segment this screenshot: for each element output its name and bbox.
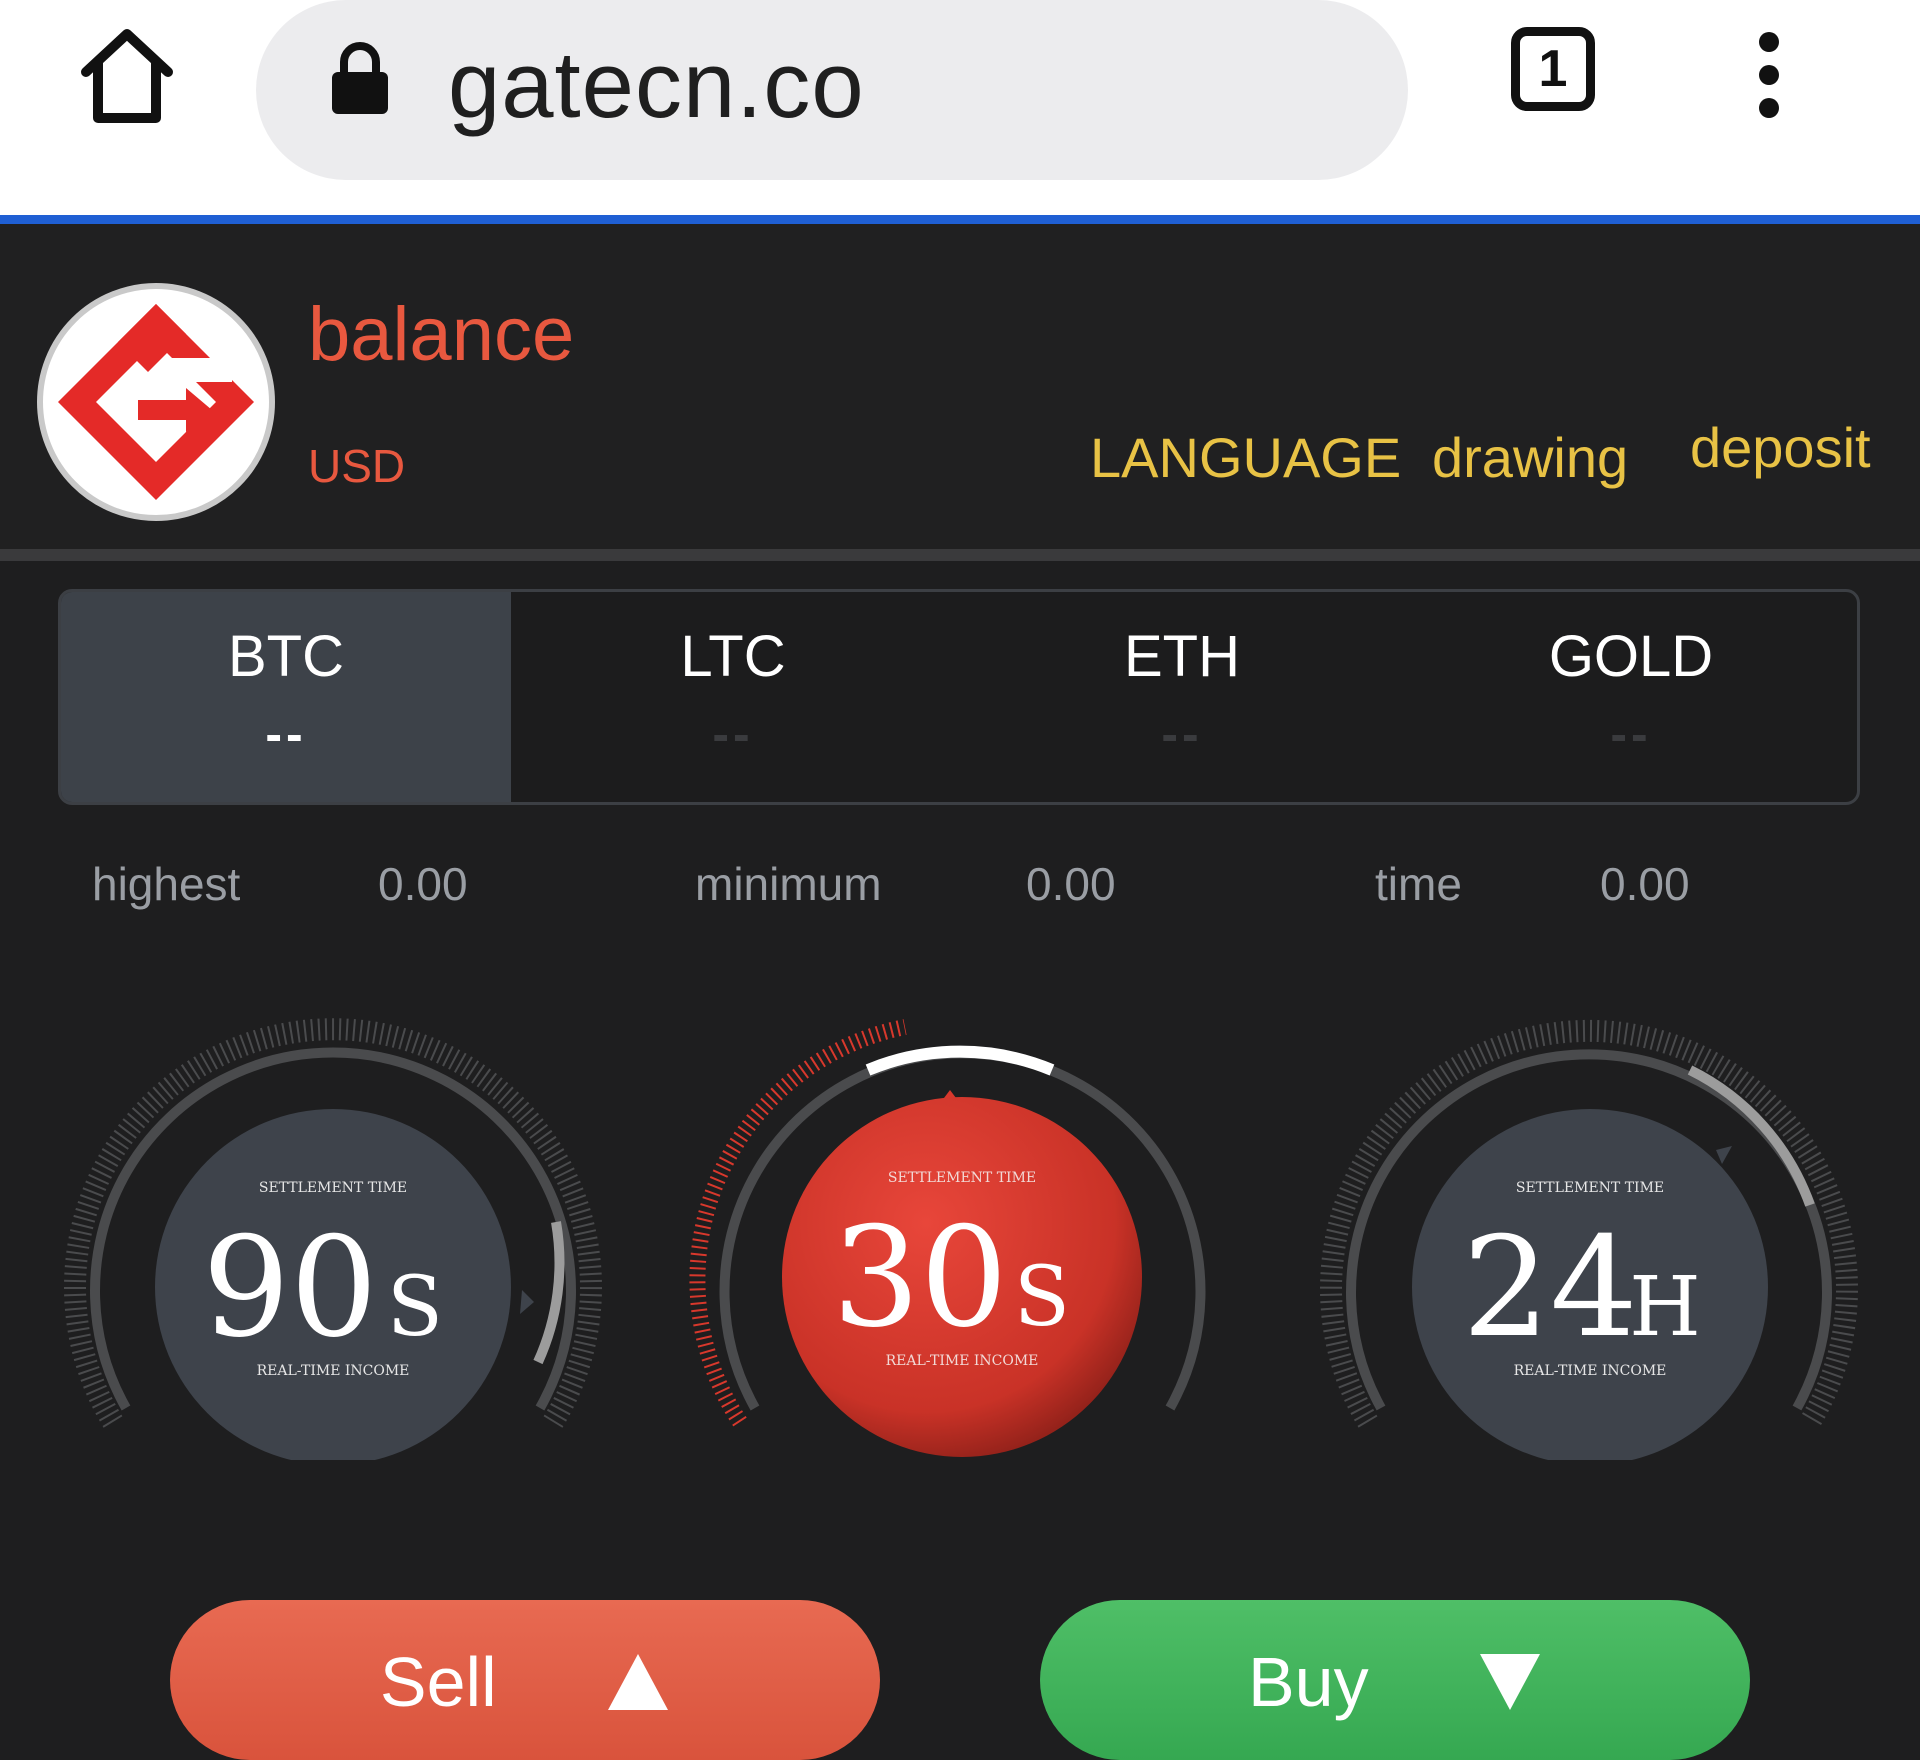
dial-90s[interactable]: SETTLEMENT TIME 90 S REAL-TIME INCOME [64, 1018, 602, 1460]
tab-switcher-icon[interactable]: 1 [1511, 27, 1595, 111]
minimum-value: 0.00 [1026, 858, 1116, 910]
dial-bottom-label: REAL-TIME INCOME [257, 1363, 410, 1379]
deposit-link[interactable]: deposit [1690, 414, 1871, 482]
tab-label: ETH [1124, 624, 1240, 689]
settlement-dials: SETTLEMENT TIME 90 S REAL-TIME INCOME SE… [0, 1000, 1920, 1460]
dial-top-label: SETTLEMENT TIME [259, 1180, 407, 1196]
lock-icon [332, 42, 388, 114]
tab-btc[interactable]: BTC -- [61, 592, 511, 802]
dial-value: 30 [832, 1197, 1008, 1358]
currency-label: USD [308, 440, 406, 492]
browser-toolbar: gatecn.co 1 [0, 0, 1920, 215]
dial-unit: S [1014, 1250, 1070, 1345]
dial-value: 90 [202, 1207, 378, 1368]
asset-tabs: BTC -- LTC -- ETH -- GOLD -- [58, 589, 1860, 805]
dials-svg: SETTLEMENT TIME 90 S REAL-TIME INCOME SE… [64, 1018, 1858, 1460]
dial-unit: S [387, 1260, 443, 1355]
app-header [0, 224, 1920, 549]
arrow-down-icon [1480, 1653, 1541, 1710]
minimum-label: minimum [695, 858, 882, 910]
dial-unit: H [1629, 1260, 1701, 1355]
page-load-progress [0, 215, 1920, 224]
dial-24h[interactable]: SETTLEMENT TIME 24 H REAL-TIME INCOME [1320, 1019, 1858, 1460]
header-divider [0, 549, 1920, 561]
tab-price: -- [1610, 706, 1652, 762]
tab-label: BTC [228, 624, 344, 689]
dial-top-label: SETTLEMENT TIME [888, 1170, 1036, 1186]
dial-30s[interactable]: SETTLEMENT TIME 30 S REAL-TIME INCOME [689, 1019, 1206, 1457]
url-text[interactable]: gatecn.co [448, 30, 865, 140]
tab-ltc[interactable]: LTC -- [508, 592, 958, 802]
highest-value: 0.00 [378, 858, 468, 910]
sell-label: Sell [379, 1642, 497, 1721]
tab-eth[interactable]: ETH -- [957, 592, 1407, 802]
language-link[interactable]: LANGUAGE [1090, 424, 1401, 492]
highest-label: highest [92, 858, 241, 910]
buy-button[interactable]: Buy [1040, 1600, 1750, 1760]
dial-top-label: SETTLEMENT TIME [1516, 1180, 1664, 1196]
dial-bottom-label: REAL-TIME INCOME [886, 1353, 1039, 1369]
tab-label: LTC [680, 624, 786, 689]
home-icon[interactable] [72, 22, 182, 132]
sell-button[interactable]: Sell [170, 1600, 880, 1760]
tab-price: -- [712, 706, 754, 762]
dial-value: 24 [1462, 1207, 1638, 1368]
time-value: 0.00 [1600, 858, 1690, 910]
arrow-up-icon [608, 1653, 669, 1710]
tab-price: -- [265, 706, 307, 762]
balance-title: balance [308, 292, 575, 377]
tab-label: GOLD [1548, 624, 1714, 689]
time-label: time [1375, 858, 1462, 910]
buy-label: Buy [1247, 1642, 1369, 1721]
drawing-link[interactable]: drawing [1432, 424, 1628, 492]
more-vert-icon[interactable] [1745, 30, 1793, 120]
dial-bottom-label: REAL-TIME INCOME [1514, 1363, 1667, 1379]
brand-logo [37, 283, 275, 521]
tab-price: -- [1161, 706, 1203, 762]
tab-gold[interactable]: GOLD -- [1406, 592, 1856, 802]
